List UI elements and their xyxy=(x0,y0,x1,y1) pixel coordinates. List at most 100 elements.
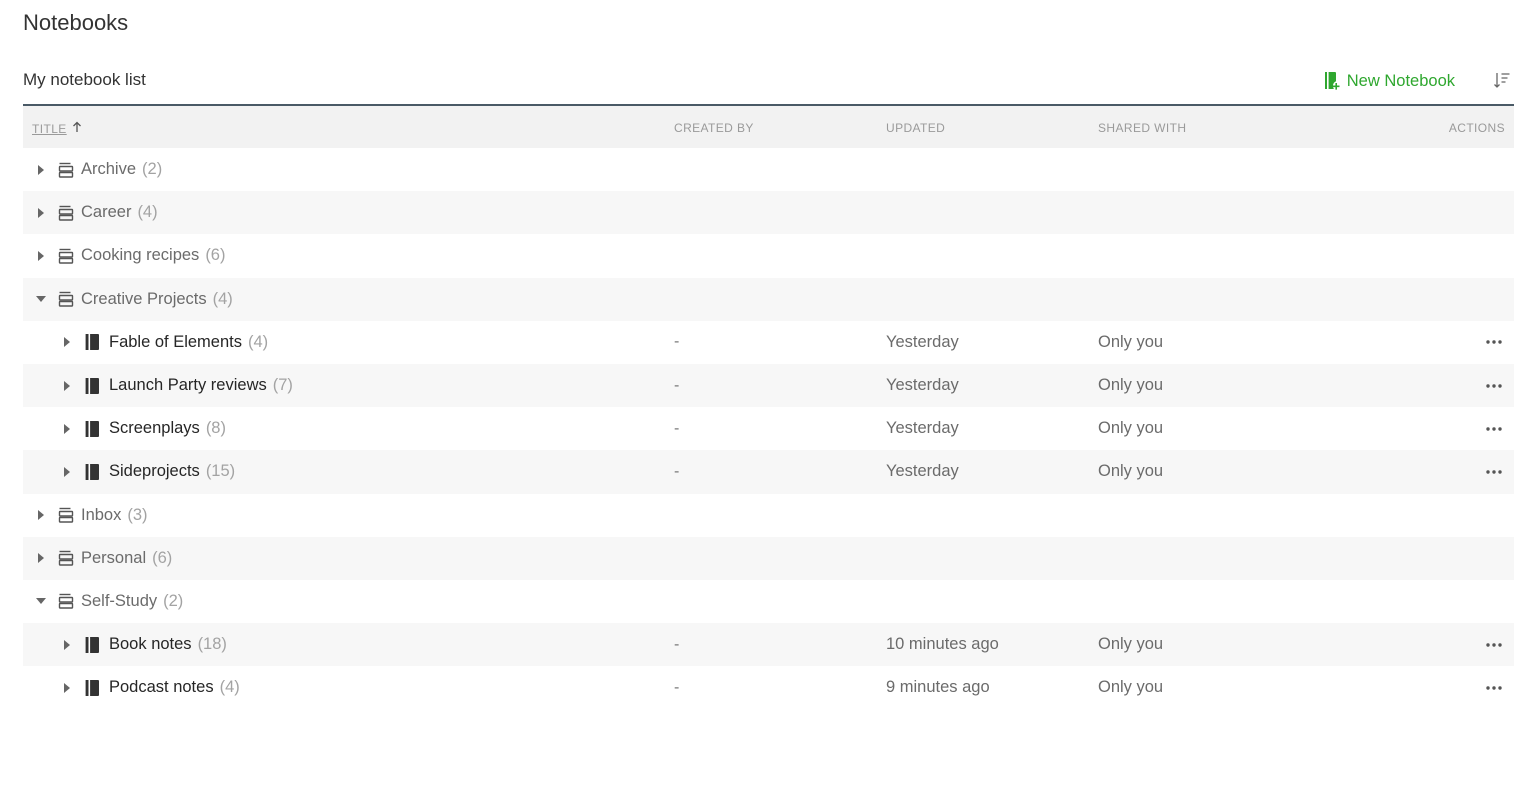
row-title-cell: Archive (2) xyxy=(33,148,162,191)
column-header-title[interactable]: TITLE xyxy=(32,121,83,136)
note-count: (7) xyxy=(272,376,293,395)
updated-cell: Yesterday xyxy=(886,462,959,481)
stack-name[interactable]: Cooking recipes xyxy=(81,246,199,265)
shared-with-cell: Only you xyxy=(1098,635,1164,654)
row-title-cell: Self-Study (2) xyxy=(33,580,183,623)
more-icon xyxy=(1486,340,1502,345)
notebook-row[interactable]: Sideprojects (15) - Yesterday Only you xyxy=(23,450,1514,494)
caret-down-icon[interactable] xyxy=(33,593,49,609)
note-count: (2) xyxy=(163,591,184,610)
row-title-cell: Screenplays (8) xyxy=(59,407,226,450)
note-count: (4) xyxy=(137,203,158,222)
stack-name[interactable]: Creative Projects xyxy=(81,290,207,309)
stack-name[interactable]: Career xyxy=(81,203,131,222)
caret-right-icon[interactable] xyxy=(33,248,49,264)
updated-cell: 10 minutes ago xyxy=(886,635,999,654)
created-by-cell: - xyxy=(674,678,680,696)
row-title-cell: Book notes (18) xyxy=(59,623,227,666)
stack-icon xyxy=(56,548,76,568)
stack-row[interactable]: Career (4) xyxy=(23,191,1514,235)
caret-right-icon[interactable] xyxy=(59,421,75,437)
notebook-name[interactable]: Podcast notes xyxy=(109,678,214,697)
caret-right-icon[interactable] xyxy=(59,378,75,394)
sort-button[interactable] xyxy=(1490,70,1514,94)
column-header-created-by[interactable]: CREATED BY xyxy=(674,121,754,135)
notebook-name[interactable]: Book notes xyxy=(109,635,192,654)
stack-name[interactable]: Inbox xyxy=(81,506,121,525)
row-actions-button[interactable] xyxy=(1484,623,1504,666)
row-title-cell: Cooking recipes (6) xyxy=(33,234,225,277)
new-notebook-icon xyxy=(1322,71,1342,91)
notebook-row[interactable]: Podcast notes (4) - 9 minutes ago Only you xyxy=(23,666,1514,709)
updated-cell: Yesterday xyxy=(886,419,959,438)
updated-cell: 9 minutes ago xyxy=(886,678,990,697)
notebook-icon xyxy=(83,635,101,655)
stack-row[interactable]: Cooking recipes (6) xyxy=(23,234,1514,277)
page-title: Notebooks xyxy=(23,10,129,35)
note-count: (8) xyxy=(205,419,226,438)
note-count: (2) xyxy=(142,160,163,179)
notebook-row[interactable]: Launch Party reviews (7) - Yesterday Only yo… xyxy=(23,363,1514,408)
notebook-name[interactable]: Launch Party reviews xyxy=(109,376,267,395)
notebook-row[interactable]: Fable of Elements (4) - Yesterday Only you xyxy=(23,321,1514,364)
notebook-table: Archive (2) Career (4) Cooking recipes (6) Cre… xyxy=(23,148,1514,709)
shared-with-cell: Only you xyxy=(1098,419,1164,438)
list-header: My notebook list New Notebook xyxy=(23,58,1514,106)
note-count: (3) xyxy=(127,505,148,524)
row-actions-button[interactable] xyxy=(1484,364,1504,407)
notebook-row[interactable]: Screenplays (8) - Yesterday Only you xyxy=(23,407,1514,450)
note-count: (4) xyxy=(212,289,233,308)
notebook-icon xyxy=(83,376,101,396)
note-count: (4) xyxy=(219,678,240,697)
note-count: (15) xyxy=(205,462,236,481)
row-title-cell: Podcast notes (4) xyxy=(59,666,240,709)
row-actions-button[interactable] xyxy=(1484,666,1504,709)
notebook-name[interactable]: Fable of Elements xyxy=(109,333,242,352)
row-actions-button[interactable] xyxy=(1484,450,1504,493)
notebook-name[interactable]: Sideprojects xyxy=(109,462,200,481)
column-header-updated[interactable]: UPDATED xyxy=(886,121,945,135)
caret-right-icon[interactable] xyxy=(33,162,49,178)
stack-name[interactable]: Self-Study xyxy=(81,592,157,611)
column-header-shared-with[interactable]: SHARED WITH xyxy=(1098,121,1186,135)
stack-name[interactable]: Personal xyxy=(81,549,146,568)
caret-right-icon[interactable] xyxy=(59,637,75,653)
updated-cell: Yesterday xyxy=(886,376,959,395)
row-actions-button[interactable] xyxy=(1484,407,1504,450)
stack-row[interactable]: Inbox (3) xyxy=(23,494,1514,537)
shared-with-cell: Only you xyxy=(1098,678,1164,697)
stack-icon xyxy=(56,289,76,309)
caret-right-icon[interactable] xyxy=(59,334,75,350)
caret-down-icon[interactable] xyxy=(33,291,49,307)
new-notebook-button[interactable]: New Notebook xyxy=(1322,68,1455,94)
notebook-icon xyxy=(83,419,101,439)
stack-row[interactable]: Self-Study (2) xyxy=(23,580,1514,623)
caret-right-icon[interactable] xyxy=(33,507,49,523)
row-title-cell: Personal (6) xyxy=(33,537,172,580)
stack-name[interactable]: Archive xyxy=(81,160,136,179)
note-count: (4) xyxy=(247,332,269,351)
caret-right-icon[interactable] xyxy=(33,550,49,566)
notebook-icon xyxy=(83,332,101,352)
caret-right-icon[interactable] xyxy=(33,205,49,221)
stack-row[interactable]: Archive (2) xyxy=(23,148,1514,191)
notebook-name[interactable]: Screenplays xyxy=(109,419,200,438)
stack-icon xyxy=(56,246,76,266)
row-actions-button[interactable] xyxy=(1484,321,1504,364)
notebook-icon xyxy=(83,462,101,482)
caret-right-icon[interactable] xyxy=(59,464,75,480)
more-icon xyxy=(1486,470,1502,474)
new-notebook-label: New Notebook xyxy=(1346,71,1455,90)
stack-row[interactable]: Personal (6) xyxy=(23,536,1514,580)
row-title-cell: Career (4) xyxy=(33,191,158,234)
created-by-cell: - xyxy=(674,333,680,351)
stack-row[interactable]: Creative Projects (4) xyxy=(23,277,1514,321)
shared-with-cell: Only you xyxy=(1098,462,1164,481)
more-icon xyxy=(1486,642,1502,647)
stack-icon xyxy=(56,505,76,525)
notebook-row[interactable]: Book notes (18) - 10 minutes ago Only you xyxy=(23,623,1514,667)
column-header-actions: ACTIONS xyxy=(1448,121,1505,135)
row-title-cell: Creative Projects (4) xyxy=(33,278,233,321)
caret-right-icon[interactable] xyxy=(59,680,75,696)
created-by-cell: - xyxy=(674,376,680,394)
